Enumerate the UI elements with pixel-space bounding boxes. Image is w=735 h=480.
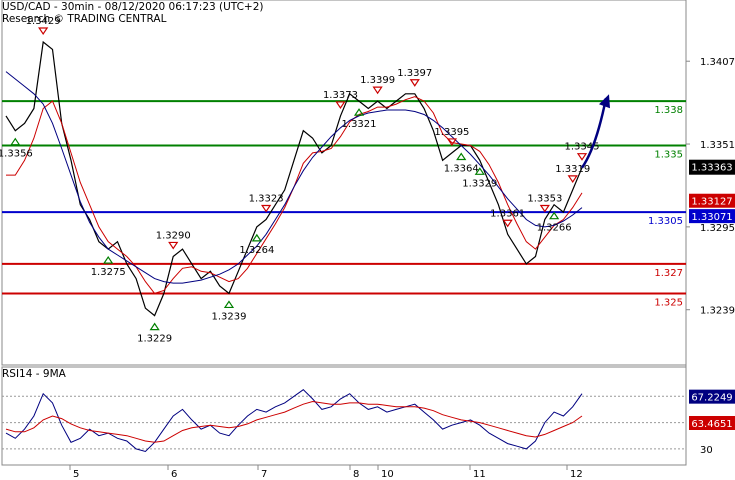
swing-high-marker — [335, 101, 346, 110]
swing-high-label: 1.3290 — [156, 230, 191, 241]
level-label: 1.3305 — [648, 216, 683, 227]
swing-low-marker — [103, 255, 114, 264]
swing-low-marker — [223, 300, 235, 309]
level-label: 1.327 — [654, 268, 683, 279]
swing-high-label: 1.3395 — [434, 127, 469, 138]
swing-low-marker — [251, 233, 262, 242]
swing-high-label: 1.3353 — [527, 193, 562, 204]
price-tag-label: 1.33071 — [691, 212, 732, 223]
swing-low-label: 1.3329 — [462, 178, 497, 189]
x-tick-label: 10 — [381, 469, 394, 480]
rsi-tag-label: 63.4651 — [691, 419, 732, 430]
swing-low-label: 1.3356 — [0, 149, 33, 160]
y-tick-label: 1.3351 — [700, 140, 735, 151]
x-tick-label: 11 — [473, 469, 486, 480]
x-tick-label: 7 — [261, 469, 267, 480]
x-tick-label: 5 — [73, 469, 79, 480]
swing-high-marker — [576, 153, 588, 161]
swing-high-marker — [539, 204, 550, 213]
swing-high-label: 1.3319 — [555, 164, 590, 175]
swing-low-label: 1.3364 — [444, 164, 479, 175]
x-tick-label: 6 — [171, 469, 177, 480]
rsi-panel-frame — [1, 366, 687, 466]
x-tick-label: 12 — [570, 469, 583, 480]
swing-low-marker — [456, 152, 467, 161]
y-tick-label: 1.3295 — [700, 223, 735, 234]
swing-high-marker — [168, 241, 179, 250]
swing-low-label: 1.3229 — [137, 334, 172, 345]
y-tick-label: 1.3407 — [700, 57, 735, 68]
swing-high-label: 1.3361 — [490, 208, 525, 219]
rsi-tag-label: 67.2249 — [691, 393, 732, 404]
price-tag-label: 1.33127 — [691, 197, 732, 208]
swing-high-label: 1.3429 — [26, 16, 61, 27]
swing-low-marker — [10, 137, 21, 146]
price-panel-frame — [1, 0, 687, 366]
swing-low-marker — [149, 322, 160, 331]
swing-high-label: 1.3397 — [397, 68, 432, 79]
level-label: 1.338 — [654, 105, 683, 116]
current-price-label: 1.33363 — [691, 163, 732, 174]
x-tick-label: 8 — [353, 469, 359, 480]
swing-high-marker — [446, 138, 458, 146]
swing-high-marker — [409, 79, 420, 87]
rsi-line — [5, 389, 583, 453]
swing-low-marker — [549, 211, 560, 220]
swing-low-label: 1.3264 — [239, 245, 274, 256]
swing-high-label: 1.3373 — [323, 90, 358, 101]
rsi-y-tick-label: 30 — [700, 445, 713, 456]
swing-low-label: 1.3239 — [211, 311, 246, 322]
swing-high-marker — [38, 27, 49, 36]
swing-low-label: 1.3266 — [537, 223, 572, 234]
swing-high-marker — [261, 204, 272, 213]
price-chart: 1.338 1.335 1.3305 1.327 1.325 1.3429 1.3290 1.… — [0, 0, 735, 480]
swing-low-label: 1.3321 — [342, 119, 377, 130]
level-label: 1.325 — [654, 297, 683, 308]
swing-high-label: 1.3399 — [360, 75, 395, 86]
swing-high-marker — [372, 86, 383, 95]
swing-high-marker — [567, 175, 578, 183]
forecast-arrow — [580, 97, 608, 169]
level-label: 1.335 — [654, 150, 683, 161]
swing-high-label: 1.3323 — [249, 193, 284, 204]
swing-low-label: 1.3275 — [91, 267, 126, 278]
y-tick-label: 1.3239 — [700, 306, 735, 317]
